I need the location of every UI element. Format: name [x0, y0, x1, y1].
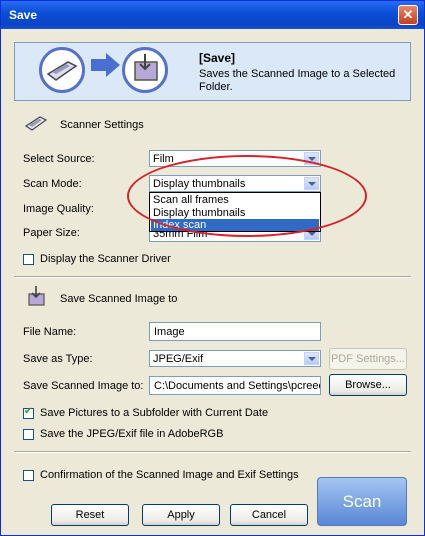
window-title: Save: [9, 8, 38, 22]
save-dialog: Save ✕ [Save] Saves the Scanned Image to…: [0, 0, 425, 536]
header-description: Saves the Scanned Image to a Selected Fo…: [199, 68, 396, 93]
scanner-settings-heading: Scanner Settings: [60, 119, 144, 131]
divider: [14, 451, 411, 453]
title-bar[interactable]: Save ✕: [1, 1, 424, 29]
image-quality-label: Image Quality:: [23, 203, 94, 215]
arrow-icon: [91, 59, 107, 71]
header-banner: [Save] Saves the Scanned Image to a Sele…: [14, 42, 411, 101]
select-source-label: Select Source:: [23, 153, 95, 165]
confirmation-label[interactable]: Confirmation of the Scanned Image and Ex…: [40, 469, 299, 481]
reset-button[interactable]: Reset: [51, 504, 129, 526]
save-settings-heading: Save Scanned Image to: [60, 293, 178, 305]
cancel-button[interactable]: Cancel: [230, 504, 308, 526]
display-driver-label[interactable]: Display the Scanner Driver: [40, 253, 171, 265]
header-title: [Save]: [199, 51, 236, 65]
browse-button[interactable]: Browse...: [329, 374, 407, 396]
highlight-oval: [127, 155, 367, 237]
save-path-input[interactable]: C:\Documents and Settings\pcreecy: [149, 376, 321, 395]
chevron-down-icon[interactable]: [304, 352, 319, 365]
scan-button[interactable]: Scan: [317, 477, 407, 526]
paper-size-label: Paper Size:: [23, 227, 80, 239]
pdf-settings-button[interactable]: PDF Settings...: [329, 348, 407, 370]
save-settings-icon: [24, 285, 48, 307]
confirmation-checkbox[interactable]: [23, 470, 34, 481]
display-driver-checkbox[interactable]: [23, 254, 34, 265]
scanner-icon: [39, 47, 85, 93]
close-button[interactable]: ✕: [398, 5, 418, 25]
subfolder-label[interactable]: Save Pictures to a Subfolder with Curren…: [40, 407, 268, 419]
scan-mode-label: Scan Mode:: [23, 178, 82, 190]
scanner-settings-icon: [24, 112, 48, 134]
file-name-label: File Name:: [23, 326, 77, 338]
save-type-dropdown[interactable]: JPEG/Exif: [149, 350, 321, 367]
folder-icon: [122, 47, 168, 93]
file-name-input[interactable]: Image: [149, 322, 321, 341]
divider: [14, 276, 411, 278]
save-path-label: Save Scanned Image to:: [23, 380, 144, 392]
adobergb-checkbox[interactable]: [23, 429, 34, 440]
subfolder-checkbox[interactable]: [23, 406, 34, 419]
save-type-label: Save as Type:: [23, 353, 93, 365]
apply-button[interactable]: Apply: [142, 504, 220, 526]
adobergb-label[interactable]: Save the JPEG/Exif file in AdobeRGB: [40, 428, 223, 440]
